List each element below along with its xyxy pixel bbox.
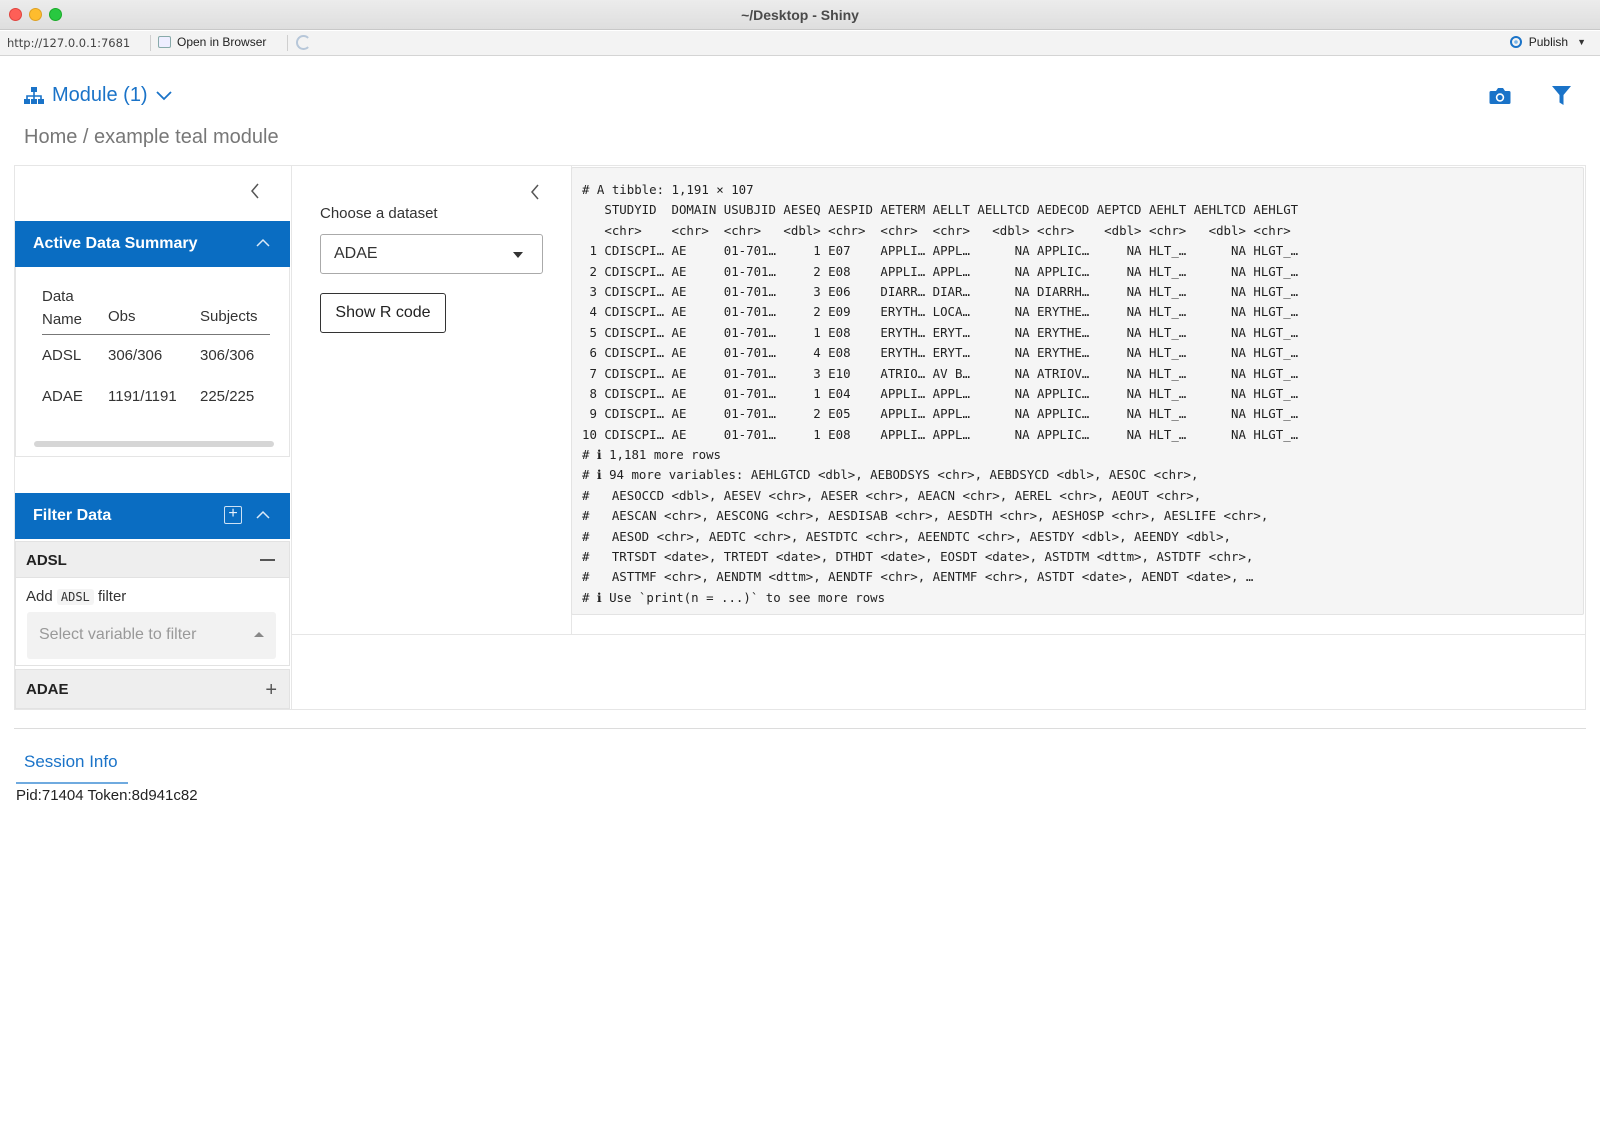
publish-dropdown-icon[interactable]: ▼ xyxy=(1577,37,1586,47)
footer-divider xyxy=(14,728,1586,729)
collapse-sidebar-chevron-left-icon[interactable] xyxy=(250,183,260,199)
window-titlebar: ~/Desktop - Shiny xyxy=(0,0,1600,30)
horizontal-scrollbar[interactable] xyxy=(34,441,274,447)
filter-data-title: Filter Data xyxy=(33,507,112,524)
active-data-summary-header[interactable]: Active Data Summary xyxy=(15,221,290,267)
filter-icon[interactable] xyxy=(1552,86,1571,106)
add-filter-label: Add ADSL filter xyxy=(26,588,126,605)
adsl-filter-body: Add ADSL filter Select variable to filte… xyxy=(15,578,290,666)
output-line: <chr> <chr> <chr> <dbl> <chr> <chr> <chr… xyxy=(582,222,1291,238)
tibble-output: # A tibble: 1,191 × 107 STUDYID DOMAIN U… xyxy=(571,167,1584,615)
column-header-subjects: Subjects xyxy=(200,308,258,325)
choose-dataset-label: Choose a dataset xyxy=(320,205,438,222)
tab-session-info[interactable]: Session Info xyxy=(16,744,128,784)
refresh-icon[interactable] xyxy=(296,35,311,50)
plus-icon[interactable]: + xyxy=(265,680,277,700)
table-cell: 225/225 xyxy=(200,388,255,405)
output-line: # AESCAN <chr>, AESCONG <chr>, AESDISAB … xyxy=(582,508,1269,524)
table-cell: ADSL xyxy=(42,347,82,364)
output-line: # AESOD <chr>, AEDTC <chr>, AESTDTC <chr… xyxy=(582,528,1232,544)
output-line: 5 CDISCPI… AE 01-701… 1 E08 ERYTH… ERYT…… xyxy=(582,324,1299,340)
output-line: 3 CDISCPI… AE 01-701… 3 E06 DIARR… DIAR…… xyxy=(582,283,1299,299)
output-line: # ASTTMF <chr>, AENDTM <dttm>, AENDTF <c… xyxy=(582,569,1254,585)
adsl-filter-title: ADSL xyxy=(26,552,67,569)
column-header-data-name: Data Name xyxy=(42,288,83,328)
toolbar-separator xyxy=(287,35,288,51)
select-variable-placeholder: Select variable to filter xyxy=(39,626,197,643)
adae-filter-title: ADAE xyxy=(26,681,69,698)
add-filter-dataset-tag: ADSL xyxy=(56,589,94,605)
output-line: # AESOCCD <dbl>, AESEV <chr>, AESER <chr… xyxy=(582,487,1202,503)
browser-icon xyxy=(158,36,171,48)
output-line: # ℹ Use `print(n = ...)` to see more row… xyxy=(582,589,886,605)
output-line: 1 CDISCPI… AE 01-701… 1 E07 APPLI… APPL…… xyxy=(582,243,1299,259)
breadcrumb: Home / example teal module xyxy=(24,126,279,148)
table-cell: 306/306 xyxy=(108,347,163,364)
table-cell: 1191/1191 xyxy=(108,388,177,405)
output-line: 10 CDISCPI… AE 01-701… 1 E08 APPLI… APPL… xyxy=(582,426,1299,442)
filter-data-header[interactable]: Filter Data + xyxy=(15,493,290,539)
output-line: # ℹ 1,181 more rows xyxy=(582,447,721,463)
minus-icon[interactable] xyxy=(260,559,275,561)
viewer-toolbar: http://127.0.0.1:7681 Open in Browser Pu… xyxy=(0,31,1600,56)
sitemap-icon xyxy=(24,86,44,104)
dataset-select[interactable]: ADAE xyxy=(320,234,543,274)
active-data-summary-body: Data Name Obs Subjects ADSL 306/306 306/… xyxy=(15,267,290,457)
camera-icon[interactable] xyxy=(1489,87,1511,105)
table-cell: ADAE xyxy=(42,388,83,405)
output-line: 2 CDISCPI… AE 01-701… 2 E08 APPLI… APPL…… xyxy=(582,263,1299,279)
output-line: 4 CDISCPI… AE 01-701… 2 E09 ERYTH… LOCA…… xyxy=(582,304,1299,320)
output-line: # ℹ 94 more variables: AEHLGTCD <dbl>, A… xyxy=(582,467,1199,483)
publish-icon xyxy=(1509,36,1522,48)
chevron-down-icon xyxy=(155,90,172,100)
table-row: ADSL 306/306 306/306 xyxy=(42,335,270,376)
output-line: 6 CDISCPI… AE 01-701… 4 E08 ERYTH… ERYT…… xyxy=(582,345,1299,361)
active-data-summary-title: Active Data Summary xyxy=(33,235,198,252)
divider xyxy=(292,634,1586,635)
output-line: STUDYID DOMAIN USUBJID AESEQ AESPID AETE… xyxy=(582,202,1299,218)
chevron-up-icon[interactable] xyxy=(256,238,270,247)
module-menu-dropdown[interactable]: Module (1) xyxy=(24,84,172,107)
url-display[interactable]: http://127.0.0.1:7681 xyxy=(7,36,130,50)
add-filter-prefix: Add xyxy=(26,588,53,605)
chevron-up-icon[interactable] xyxy=(256,510,270,519)
publish-button[interactable]: Publish ▼ xyxy=(1508,35,1586,49)
window-title: ~/Desktop - Shiny xyxy=(741,7,859,23)
output-line: 7 CDISCPI… AE 01-701… 3 E10 ATRIO… AV B…… xyxy=(582,365,1299,381)
plus-square-icon[interactable]: + xyxy=(224,506,242,524)
table-header-row: Data Name Obs Subjects xyxy=(42,285,270,335)
adae-filter-header[interactable]: ADAE + xyxy=(15,669,290,709)
output-line: 9 CDISCPI… AE 01-701… 2 E05 APPLI… APPL…… xyxy=(582,406,1299,422)
select-variable-dropdown[interactable]: Select variable to filter xyxy=(27,612,276,659)
module-menu-label: Module (1) xyxy=(52,84,148,106)
session-info-text: Pid:71404 Token:8d941c82 xyxy=(16,787,198,804)
output-line: 8 CDISCPI… AE 01-701… 1 E04 APPLI… APPL…… xyxy=(582,385,1299,401)
table-row: ADAE 1191/1191 225/225 xyxy=(42,376,270,417)
output-line: # TRTSDT <date>, TRTEDT <date>, DTHDT <d… xyxy=(582,549,1254,565)
table-cell: 306/306 xyxy=(200,347,255,364)
open-in-browser-label: Open in Browser xyxy=(177,35,267,49)
collapse-encoding-chevron-left-icon[interactable] xyxy=(530,184,540,200)
data-summary-table: Data Name Obs Subjects ADSL 306/306 306/… xyxy=(42,285,270,417)
caret-up-icon xyxy=(254,632,264,637)
add-filter-suffix: filter xyxy=(97,588,127,605)
output-line: # A tibble: 1,191 × 107 xyxy=(582,182,754,197)
caret-down-icon xyxy=(513,252,523,258)
publish-label: Publish xyxy=(1528,35,1569,49)
open-in-browser-button[interactable]: Open in Browser xyxy=(158,35,266,49)
dataset-select-value: ADAE xyxy=(334,245,378,262)
show-r-code-button[interactable]: Show R code xyxy=(320,293,446,333)
toolbar-separator xyxy=(150,35,151,51)
column-header-obs: Obs xyxy=(108,308,136,325)
adsl-filter-header[interactable]: ADSL xyxy=(15,541,290,578)
